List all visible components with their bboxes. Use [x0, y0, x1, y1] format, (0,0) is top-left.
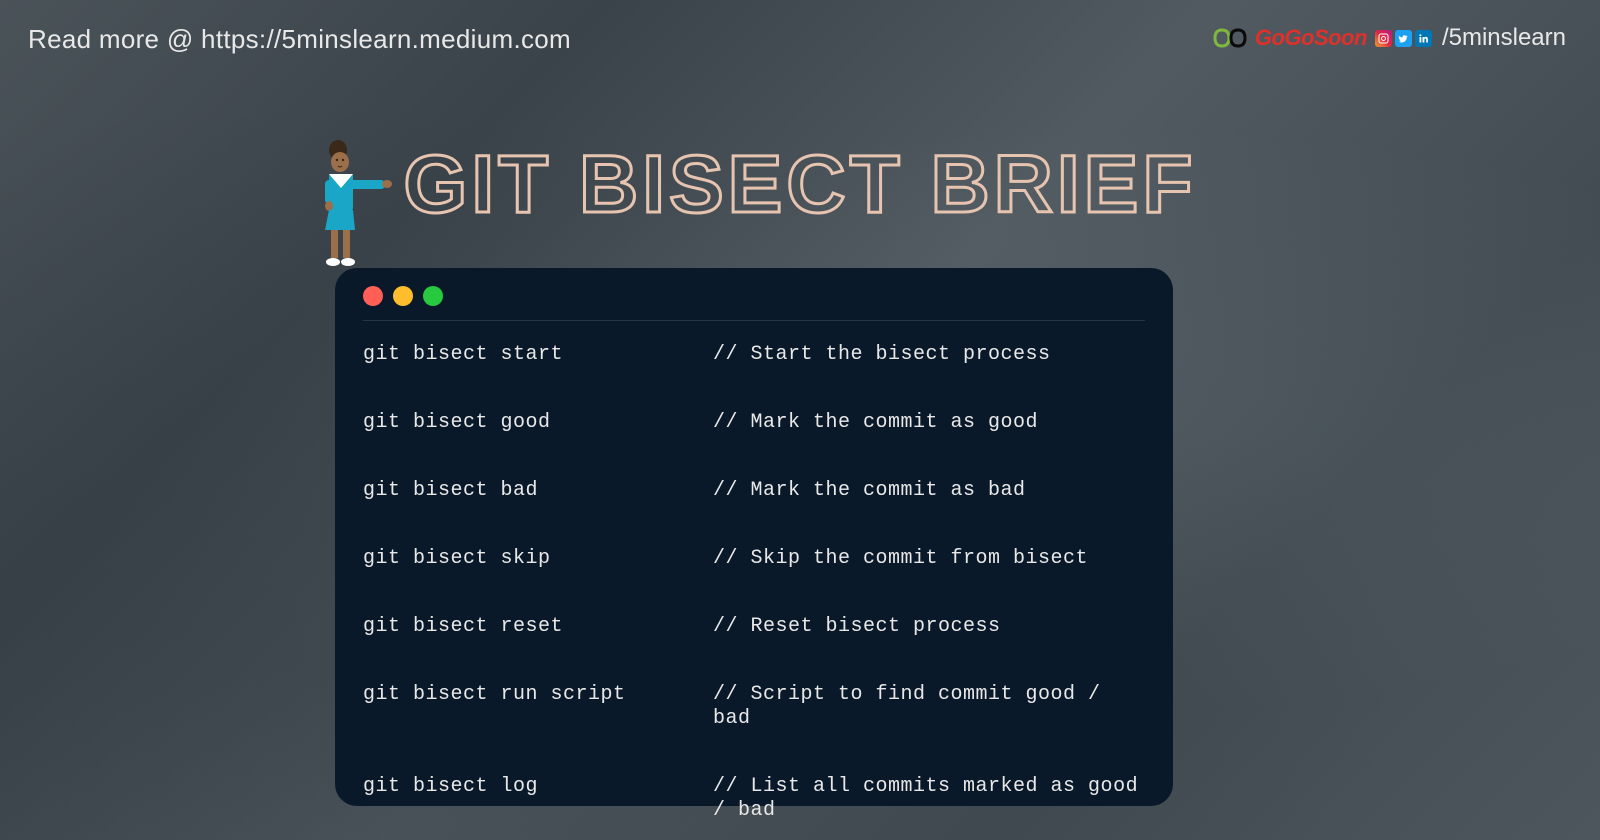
- maximize-icon: [423, 286, 443, 306]
- command-description: // List all commits marked as good / bad: [713, 775, 1145, 823]
- command-row: git bisect start // Start the bisect pro…: [363, 343, 1145, 367]
- command-description: // Mark the commit as bad: [713, 479, 1145, 503]
- read-more-text: Read more @ https://5minslearn.medium.co…: [28, 24, 571, 55]
- command-text: git bisect skip: [363, 547, 713, 571]
- command-description: // Skip the commit from bisect: [713, 547, 1145, 571]
- command-description: // Mark the commit as good: [713, 411, 1145, 435]
- command-description: // Reset bisect process: [713, 615, 1145, 639]
- twitter-icon[interactable]: [1395, 30, 1412, 47]
- command-row: git bisect skip // Skip the commit from …: [363, 547, 1145, 571]
- command-text: git bisect bad: [363, 479, 713, 503]
- brand-logo: GoGoSoon: [1207, 25, 1367, 51]
- linkedin-icon[interactable]: [1415, 30, 1432, 47]
- command-text: git bisect run script: [363, 683, 713, 731]
- command-text: git bisect start: [363, 343, 713, 367]
- logo-swirl-icon: [1207, 25, 1253, 51]
- brand-name: GoGoSoon: [1255, 25, 1367, 51]
- social-icons-group: [1375, 30, 1432, 47]
- instagram-icon[interactable]: [1375, 30, 1392, 47]
- pointing-character-illustration: [303, 138, 393, 268]
- terminal-window: git bisect start // Start the bisect pro…: [335, 268, 1173, 806]
- window-controls: [363, 286, 1145, 321]
- command-text: git bisect good: [363, 411, 713, 435]
- command-text: git bisect reset: [363, 615, 713, 639]
- command-row: git bisect good // Mark the commit as go…: [363, 411, 1145, 435]
- command-description: // Start the bisect process: [713, 343, 1145, 367]
- header-right-block: GoGoSoon /5minslearn: [1207, 24, 1566, 52]
- command-description: // Script to find commit good / bad: [713, 683, 1145, 731]
- command-row: git bisect bad // Mark the commit as bad: [363, 479, 1145, 503]
- minimize-icon: [393, 286, 413, 306]
- terminal-content: git bisect start // Start the bisect pro…: [363, 327, 1145, 823]
- page-title: GIT BISECT BRIEF: [404, 138, 1197, 232]
- social-handle-text: /5minslearn: [1442, 24, 1566, 52]
- command-row: git bisect run script // Script to find …: [363, 683, 1145, 731]
- close-icon: [363, 286, 383, 306]
- command-row: git bisect log // List all commits marke…: [363, 775, 1145, 823]
- command-text: git bisect log: [363, 775, 713, 823]
- command-row: git bisect reset // Reset bisect process: [363, 615, 1145, 639]
